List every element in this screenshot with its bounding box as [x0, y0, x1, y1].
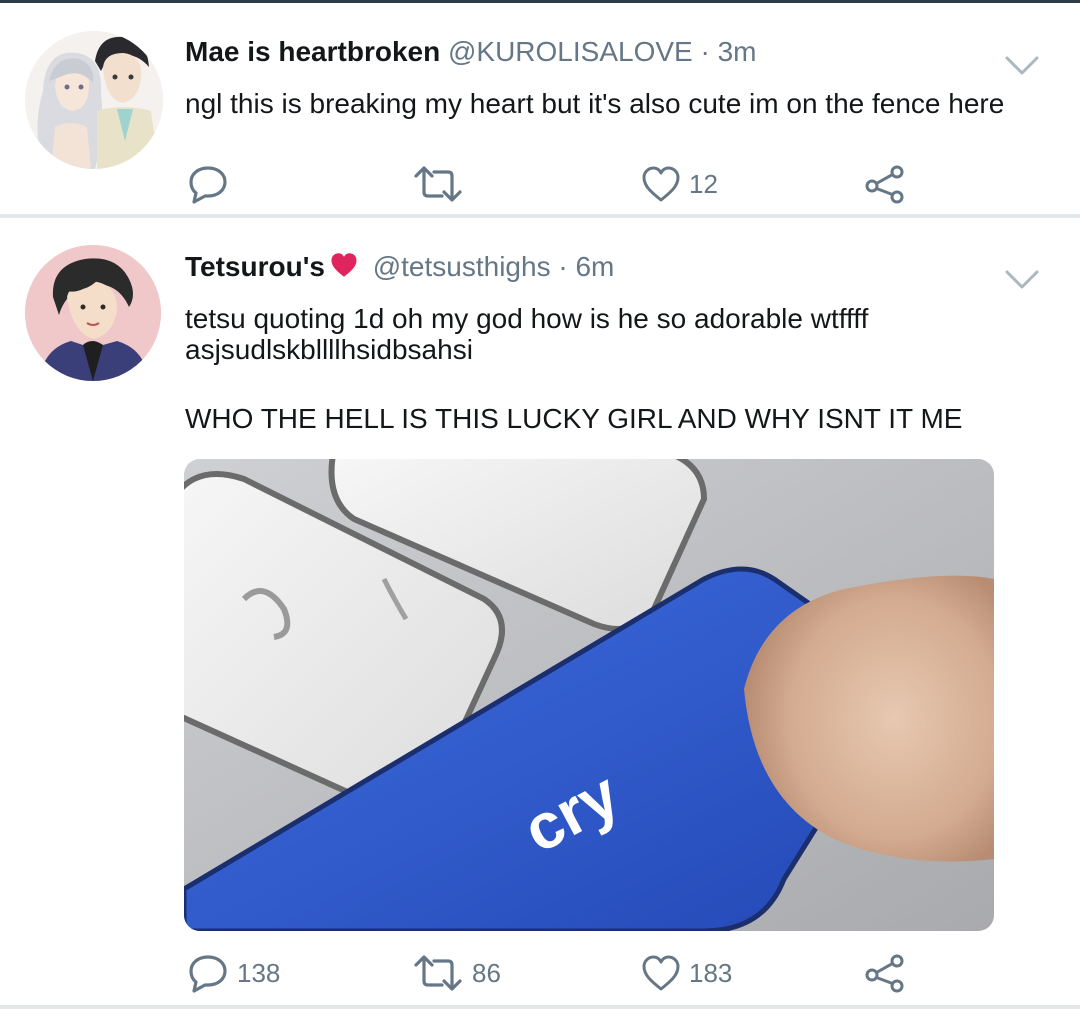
retweet-button[interactable] [412, 164, 472, 204]
share-button[interactable] [864, 164, 906, 204]
tweet-divider [0, 1005, 1080, 1009]
red-heart-emoji [329, 251, 359, 286]
reply-button[interactable]: 138 [187, 953, 280, 993]
like-button[interactable]: 12 [641, 164, 718, 204]
reply-icon [187, 164, 229, 204]
like-count: 183 [689, 957, 733, 988]
share-icon [864, 953, 906, 993]
tweet-actions: 138 86 183 [0, 953, 1080, 993]
retweet-count: 86 [472, 957, 501, 988]
avatar[interactable] [25, 245, 161, 381]
tweet[interactable]: Mae is heartbroken @KUROLISALOVE · 3m ng… [0, 3, 1080, 214]
tweet-text: ngl this is breaking my heart but it's a… [185, 88, 1005, 119]
share-button[interactable] [864, 953, 906, 993]
tweet-text-line: WHO THE HELL IS THIS LUCKY GIRL AND WHY … [185, 403, 963, 434]
chevron-down-icon[interactable] [1004, 55, 1040, 77]
heart-icon [641, 165, 681, 203]
share-icon [864, 164, 906, 204]
tweet-text-line: asjsudlskbllllhsidbsahsi [185, 334, 473, 365]
timestamp[interactable]: 6m [575, 251, 614, 282]
timestamp[interactable]: 3m [718, 36, 757, 67]
tweet[interactable]: Tetsurou's @tetsusthighs · 6m tetsu quot… [0, 218, 1080, 1005]
heart-icon [641, 954, 681, 992]
display-name[interactable]: Tetsurou's [185, 251, 325, 282]
user-handle[interactable]: @tetsusthighs [373, 251, 551, 282]
retweet-icon [412, 164, 464, 204]
user-handle[interactable]: @KUROLISALOVE [448, 36, 693, 67]
tweet-header: Tetsurou's @tetsusthighs · 6m [185, 251, 614, 286]
chevron-down-icon[interactable] [1004, 269, 1040, 291]
tweet-header: Mae is heartbroken @KUROLISALOVE · 3m [185, 36, 757, 68]
tweet-image[interactable]: cry [184, 459, 994, 931]
separator-dot: · [558, 251, 568, 282]
tweet-actions: 12 [0, 164, 1080, 204]
separator-dot: · [700, 36, 710, 67]
retweet-button[interactable]: 86 [412, 953, 501, 993]
reply-button[interactable] [187, 164, 237, 204]
reply-icon [187, 953, 229, 993]
like-button[interactable]: 183 [641, 953, 732, 993]
like-count: 12 [689, 168, 718, 199]
display-name[interactable]: Mae is heartbroken [185, 36, 440, 67]
reply-count: 138 [237, 957, 281, 988]
tweet-text-line: tetsu quoting 1d oh my god how is he so … [185, 303, 869, 334]
retweet-icon [412, 953, 464, 993]
avatar[interactable] [25, 31, 163, 169]
